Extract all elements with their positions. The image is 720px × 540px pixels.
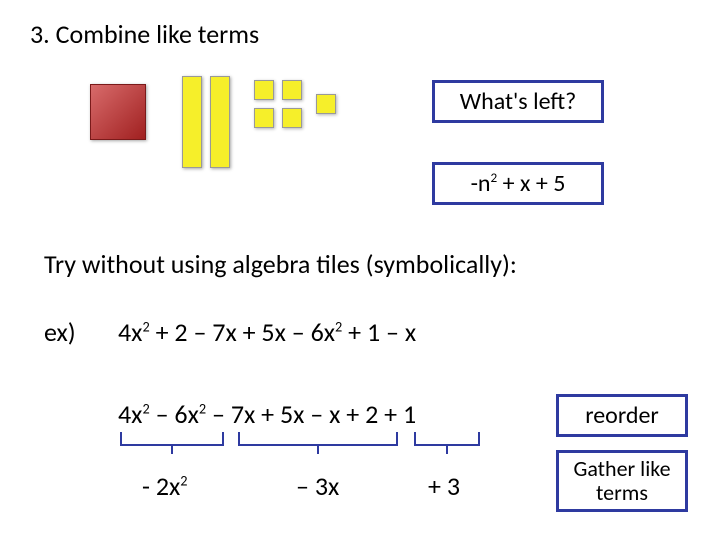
bracket-x [238,432,398,446]
bracket-const [414,432,480,446]
gathered-terms: - 2x2 – 3x + 3 [118,470,548,510]
callout-result: -n2 + x + 5 [432,162,604,205]
step-title: 3. Combine like terms [30,18,259,50]
tile-unit [254,80,274,100]
tile-unit [282,80,302,100]
bracket-x2 [120,432,224,446]
callout-reorder: reorder [556,394,688,437]
result-post: + x + 5 [497,169,565,198]
tile-n-squared [90,84,146,140]
algebra-tiles [90,76,370,186]
tile-x-bar [210,76,230,168]
tile-unit [254,108,274,128]
gathered-x2: - 2x2 [142,470,188,502]
tile-unit [316,94,336,114]
tile-x-bar [182,76,202,168]
tile-unit [282,108,302,128]
ex-label: ex) [44,316,76,348]
ex-expression: 4x2 + 2 – 7x + 5x – 6x2 + 1 – x [118,316,416,348]
gathered-const: + 3 [428,470,460,502]
try-line: Try without using algebra tiles (symboli… [44,248,517,280]
result-pre: -n [471,169,491,198]
callout-whats-left: What's left? [432,80,604,123]
gathered-x: – 3x [296,470,339,502]
callout-gather: Gather like terms [556,450,688,512]
reorder-expression: 4x2 – 6x2 – 7x + 5x – x + 2 + 1 [118,398,416,430]
